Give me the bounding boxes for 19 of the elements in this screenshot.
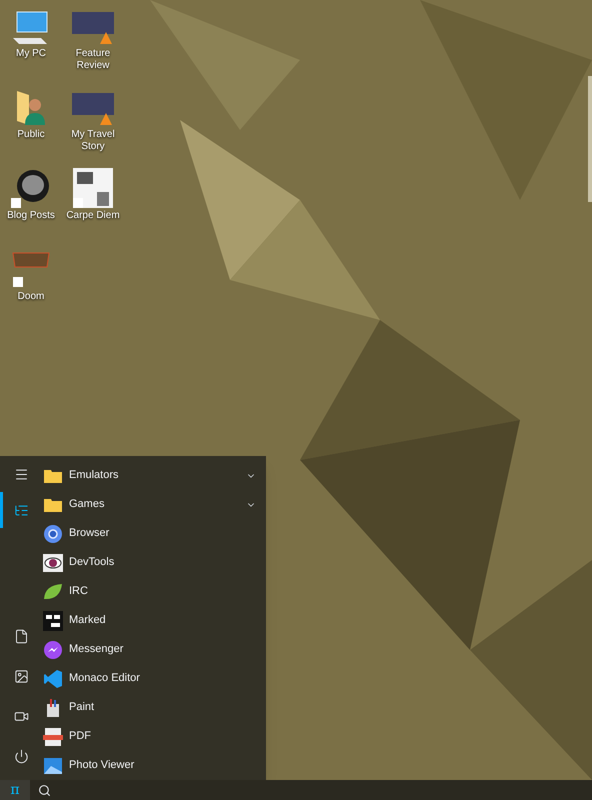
desktop-icon-label[interactable]: Blog Posts bbox=[1, 210, 61, 222]
desktop-icon-label[interactable]: My PC bbox=[1, 48, 61, 60]
app-list-item[interactable]: Browser bbox=[40, 519, 256, 548]
app-list-item[interactable]: DevTools bbox=[40, 548, 256, 577]
desktop-icon-label[interactable]: Doom bbox=[1, 291, 61, 303]
desktop-icon-label[interactable]: Public bbox=[1, 129, 61, 141]
app-list-item[interactable]: IRC bbox=[40, 577, 256, 606]
app-list-item[interactable]: Messenger bbox=[40, 635, 256, 664]
desktop-icon-label[interactable]: Carpe Diem bbox=[63, 210, 123, 222]
desktop-icon-label[interactable]: Feature Review bbox=[63, 48, 123, 72]
app-list-item[interactable]: PDF bbox=[40, 722, 256, 751]
app-list-item[interactable]: Marked bbox=[40, 606, 256, 635]
app-list-item[interactable]: Games bbox=[40, 490, 256, 519]
app-list-item[interactable]: Paint bbox=[40, 693, 256, 722]
app-list-item[interactable]: Emulators bbox=[40, 461, 256, 490]
app-list-item[interactable]: Monaco Editor bbox=[40, 664, 256, 693]
app-list-item[interactable]: Photo Viewer bbox=[40, 751, 256, 780]
start-button[interactable]: π bbox=[0, 780, 30, 800]
desktop-icon-label[interactable]: My Travel Story bbox=[63, 129, 123, 153]
